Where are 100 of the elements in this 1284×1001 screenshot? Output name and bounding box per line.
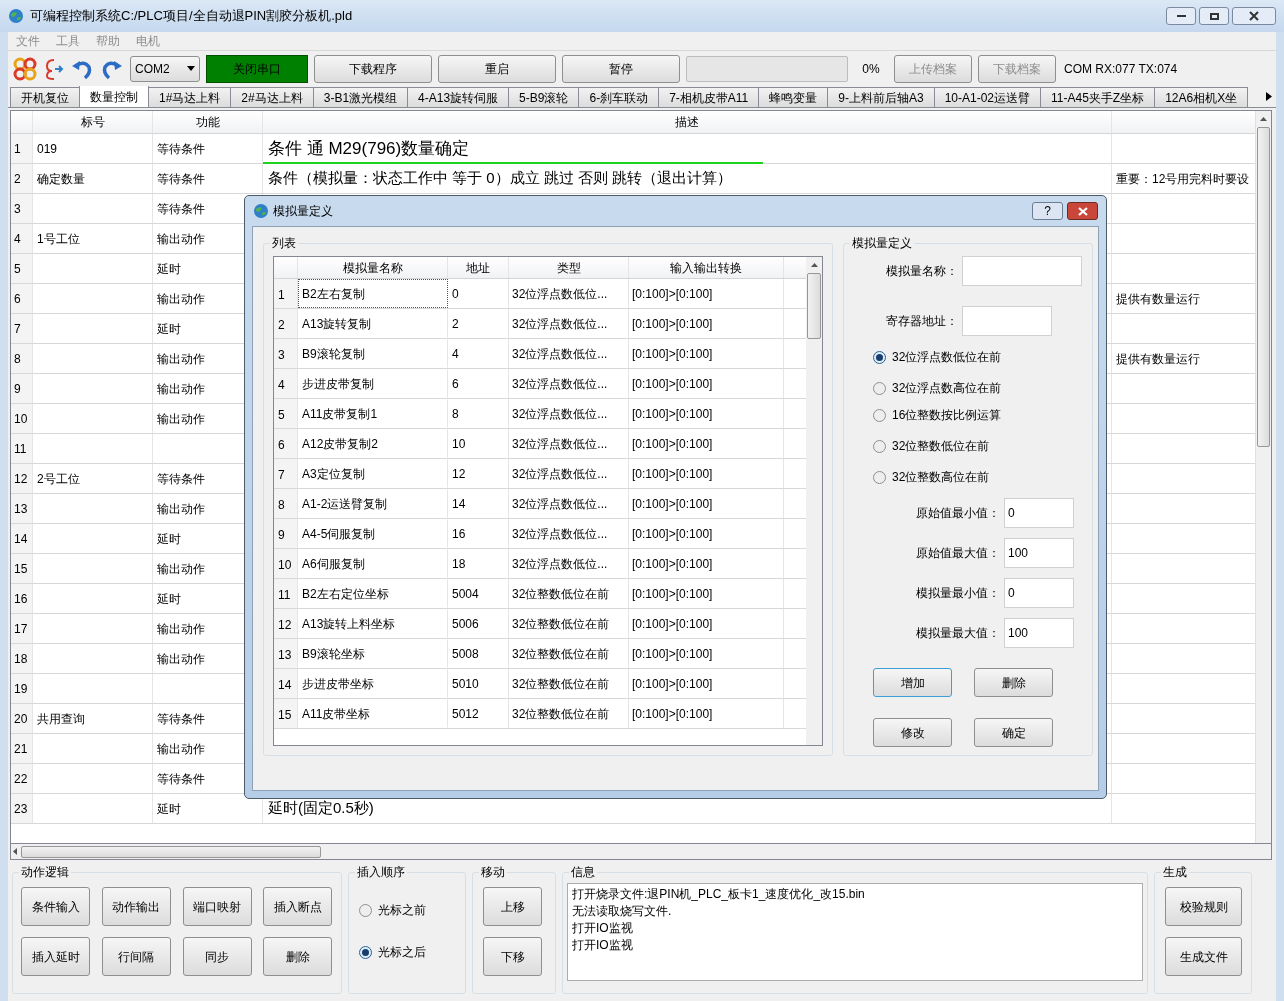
vertical-scrollbar[interactable]	[1255, 111, 1271, 843]
radio-label[interactable]: 32位整数高位在前	[892, 468, 990, 486]
scrollbar-thumb[interactable]	[807, 273, 821, 339]
button[interactable]: 删除	[974, 668, 1053, 697]
tab[interactable]: 5-B9滚轮	[508, 87, 580, 107]
scrollbar-thumb[interactable]	[21, 845, 321, 858]
function-text: 等待条件	[157, 170, 205, 188]
button[interactable]: 校验规则	[1165, 887, 1242, 926]
radio-label[interactable]: 16位整数按比例运算	[892, 406, 1002, 424]
group-title: 模拟量定义	[850, 235, 914, 251]
export-icon[interactable]	[44, 56, 64, 81]
button[interactable]: 行间隔	[101, 937, 171, 976]
tab[interactable]: 6-刹车联动	[578, 87, 660, 107]
name-field[interactable]	[962, 256, 1082, 286]
radio-label[interactable]: 32位整数低位在前	[892, 437, 990, 455]
button[interactable]: 重启	[438, 54, 556, 83]
up-arrow-icon[interactable]	[810, 263, 818, 267]
button[interactable]: 确定	[974, 718, 1053, 747]
button[interactable]: 端口映射	[182, 887, 252, 926]
value-field[interactable]: 100	[1004, 538, 1074, 568]
value-field[interactable]: 0	[1004, 578, 1074, 608]
value-field[interactable]: 100	[1004, 618, 1074, 648]
table-cell: 32位整数低位在前	[509, 699, 629, 728]
scrollbar-thumb[interactable]	[1257, 127, 1270, 447]
row-number: 9	[274, 519, 298, 548]
table-cell: 32位浮点数低位...	[509, 519, 629, 548]
table-cell: 32位浮点数低位...	[509, 369, 629, 398]
table-cell: 14	[448, 489, 509, 518]
close-button[interactable]	[1232, 7, 1276, 25]
table-cell: 5008	[448, 639, 509, 668]
row-number: 3	[274, 339, 298, 368]
up-arrow-icon[interactable]	[1260, 117, 1267, 121]
field-label: 模拟量最小值：	[916, 585, 1001, 602]
port-select[interactable]: COM2	[130, 55, 200, 82]
table-cell: 32位浮点数低位...	[509, 339, 629, 368]
group-title: 移动	[479, 864, 507, 880]
button[interactable]: 修改	[873, 718, 952, 747]
button[interactable]: 下移	[483, 937, 542, 976]
row-number: 17	[11, 614, 33, 643]
button[interactable]: 插入断点	[263, 887, 333, 926]
radio-circle[interactable]	[873, 350, 886, 364]
radio-label[interactable]: 光标之后	[378, 943, 426, 961]
button[interactable]: 同步	[182, 937, 252, 976]
button[interactable]: 下载程序	[314, 54, 432, 83]
tab[interactable]: 1#马达上料	[148, 87, 232, 107]
group-title: 信息	[569, 864, 597, 880]
button[interactable]: 暂停	[562, 54, 680, 83]
tab[interactable]: 4-A13旋转伺服	[407, 87, 510, 107]
function-text: 输出动作	[157, 560, 205, 578]
group-title: 插入顺序	[355, 864, 407, 880]
tab[interactable]: 3-B1激光模组	[312, 87, 409, 107]
row-number: 8	[11, 344, 33, 373]
radio-label[interactable]: 光标之前	[378, 901, 426, 919]
connection-icon[interactable]	[12, 55, 38, 82]
tab[interactable]: 蜂鸣变量	[758, 87, 829, 107]
log-line: 无法读取烧写文件.	[572, 903, 673, 920]
table-cell: 5010	[448, 669, 509, 698]
function-text: 延时	[157, 530, 181, 548]
horizontal-scrollbar[interactable]	[10, 844, 1272, 860]
button[interactable]: 增加	[873, 668, 952, 697]
button[interactable]: 生成文件	[1165, 937, 1242, 976]
tab[interactable]: 2#马达上料	[230, 87, 314, 107]
table-cell: B2左右复制	[298, 279, 448, 308]
button[interactable]: 上移	[483, 887, 542, 926]
address-field[interactable]	[962, 306, 1052, 336]
tab[interactable]: 9-上料前后轴A3	[827, 87, 935, 107]
close-button[interactable]	[1067, 202, 1098, 220]
label-text: 1号工位	[37, 230, 80, 248]
table-cell: [0:100]>[0:100]	[629, 609, 784, 638]
tab[interactable]: 开机复位	[10, 87, 80, 107]
radio-label[interactable]: 32位浮点数高位在前	[892, 379, 1002, 397]
minimize-button[interactable]	[1166, 7, 1196, 25]
help-button[interactable]: ?	[1032, 202, 1063, 220]
table-cell: [0:100]>[0:100]	[629, 339, 784, 368]
button[interactable]: 动作输出	[101, 887, 171, 926]
table-cell: 32位整数低位在前	[509, 579, 629, 608]
value-field[interactable]: 0	[1004, 498, 1074, 528]
radio-circle[interactable]	[359, 945, 372, 959]
vertical-scrollbar[interactable]	[806, 257, 822, 745]
left-arrow-icon[interactable]	[13, 848, 17, 855]
tab[interactable]: 10-A1-02运送臂	[933, 87, 1041, 107]
table-cell: [0:100]>[0:100]	[629, 669, 784, 698]
tab[interactable]: 7-相机皮带A11	[658, 87, 760, 107]
radio-label[interactable]: 32位浮点数低位在前	[892, 348, 1002, 366]
maximize-button[interactable]	[1199, 7, 1229, 25]
function-text: 延时	[157, 320, 181, 338]
description-text: 延时(固定0.5秒)	[268, 798, 374, 819]
close-icon	[1249, 11, 1259, 21]
table-cell: 步进皮带复制	[298, 369, 448, 398]
tab[interactable]: 数量控制	[79, 86, 149, 107]
button[interactable]: 删除	[263, 937, 333, 976]
button[interactable]: 插入延时	[21, 937, 90, 976]
button[interactable]: 条件输入	[21, 887, 90, 926]
function-text: 输出动作	[157, 740, 205, 758]
table-cell: B9滚轮坐标	[298, 639, 448, 668]
row-number: 5	[274, 399, 298, 428]
table-cell: A4-5伺服复制	[298, 519, 448, 548]
tab[interactable]: 11-A45夹手Z坐标	[1040, 87, 1156, 107]
tab[interactable]: 12A6相机X坐	[1154, 87, 1249, 107]
serial-port-button[interactable]: 关闭串口	[206, 54, 308, 83]
